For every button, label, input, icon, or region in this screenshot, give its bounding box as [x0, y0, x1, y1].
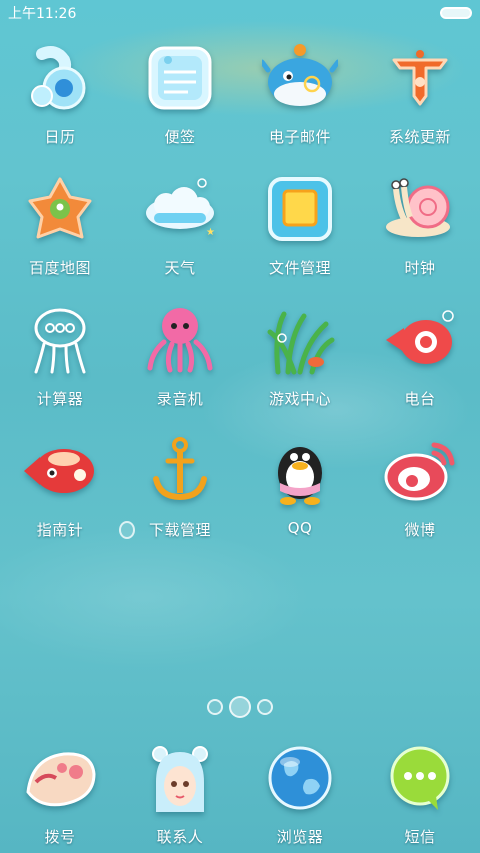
app-weather[interactable]: ★ 天气	[120, 171, 240, 302]
app-file-manager[interactable]: 文件管理	[240, 171, 360, 302]
app-calculator[interactable]: 计算器	[0, 302, 120, 433]
app-label: 指南针	[36, 521, 84, 539]
app-label: 电台	[404, 390, 436, 408]
status-time: 上午11:26	[8, 6, 77, 22]
battery-icon	[440, 7, 472, 19]
email-icon	[262, 40, 338, 116]
notes-icon	[142, 40, 218, 116]
app-system-update[interactable]: 系统更新	[360, 40, 480, 171]
app-weibo[interactable]: 微博	[360, 433, 480, 564]
app-email[interactable]: 电子邮件	[240, 40, 360, 171]
messages-icon	[382, 740, 458, 816]
dialer-icon	[22, 740, 98, 816]
app-label: 拨号	[44, 828, 76, 846]
system-update-icon	[382, 40, 458, 116]
radio-icon	[382, 302, 458, 378]
app-qq[interactable]: QQ	[240, 433, 360, 564]
page-indicator[interactable]	[0, 696, 480, 718]
app-download-manager[interactable]: 下载管理	[120, 433, 240, 564]
app-calendar[interactable]: 日历	[0, 40, 120, 171]
app-label: 电子邮件	[268, 128, 331, 146]
page-dot[interactable]	[207, 699, 223, 715]
browser-icon	[262, 740, 338, 816]
calculator-icon	[22, 302, 98, 378]
app-label: 天气	[164, 259, 196, 277]
qq-icon	[262, 433, 338, 509]
compass-icon	[22, 433, 98, 509]
clock-icon	[382, 171, 458, 247]
weibo-icon	[382, 433, 458, 509]
app-game-center[interactable]: 游戏中心	[240, 302, 360, 433]
bubble-decoration	[119, 521, 135, 539]
app-baidu-map[interactable]: 百度地图	[0, 171, 120, 302]
app-label: 百度地图	[28, 259, 91, 277]
app-grid: 日历 便签 电子邮件 系统更新 百度地图 ★ 天气 文件管理 时钟 计算器 录音…	[0, 40, 480, 564]
app-label: 便签	[164, 128, 196, 146]
page-dot[interactable]	[257, 699, 273, 715]
contacts-icon	[142, 740, 218, 816]
download-manager-icon	[142, 433, 218, 509]
app-label: 录音机	[156, 390, 204, 408]
app-label: 下载管理	[148, 521, 211, 539]
game-center-icon	[262, 302, 338, 378]
dock-browser[interactable]: 浏览器	[240, 740, 360, 847]
calendar-icon	[22, 40, 98, 116]
svg-text:★: ★	[206, 227, 215, 238]
recorder-icon	[142, 302, 218, 378]
app-label: 游戏中心	[268, 390, 331, 408]
dock-dialer[interactable]: 拨号	[0, 740, 120, 847]
dock: 拨号 联系人 浏览器 短信	[0, 740, 480, 847]
dock-contacts[interactable]: 联系人	[120, 740, 240, 847]
app-notes[interactable]: 便签	[120, 40, 240, 171]
app-recorder[interactable]: 录音机	[120, 302, 240, 433]
dock-messages[interactable]: 短信	[360, 740, 480, 847]
app-label: 联系人	[156, 828, 204, 846]
app-label: 文件管理	[268, 259, 331, 277]
app-label: 短信	[404, 828, 436, 846]
app-clock[interactable]: 时钟	[360, 171, 480, 302]
app-label: 系统更新	[388, 128, 451, 146]
app-label: QQ	[287, 519, 313, 537]
file-manager-icon	[262, 171, 338, 247]
app-compass[interactable]: 指南针	[0, 433, 120, 564]
app-label: 时钟	[404, 259, 436, 277]
app-label: 浏览器	[276, 828, 324, 846]
weather-icon: ★	[142, 171, 218, 247]
page-dot-active[interactable]	[229, 696, 251, 718]
app-label: 计算器	[36, 390, 84, 408]
status-bar: 上午11:26	[0, 0, 480, 26]
baidu-map-icon	[22, 171, 98, 247]
app-label: 日历	[44, 128, 76, 146]
app-radio[interactable]: 电台	[360, 302, 480, 433]
app-label: 微博	[404, 521, 436, 539]
